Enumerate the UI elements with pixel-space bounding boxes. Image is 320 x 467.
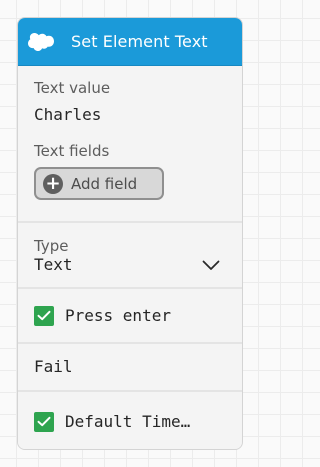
press-enter-label: Press enter <box>65 305 171 325</box>
type-select[interactable]: Text <box>34 255 242 275</box>
text-section: Text value Charles Text fields + Add fie… <box>18 66 242 223</box>
set-element-text-node[interactable]: Set Element Text Text value Charles Text… <box>17 17 243 450</box>
text-fields-label: Text fields <box>34 142 110 160</box>
text-value-label: Text value <box>34 79 111 97</box>
text-value[interactable]: Charles <box>34 105 242 125</box>
plus-circle-icon: + <box>43 173 63 194</box>
checkmark-icon <box>37 310 51 321</box>
fail-label: Fail <box>34 357 73 376</box>
node-title: Set Element Text <box>71 32 208 51</box>
fail-section[interactable]: Fail <box>18 344 242 392</box>
chevron-down-icon <box>202 256 220 275</box>
default-timeout-section: Default Time… <box>18 392 242 449</box>
checkmark-icon <box>37 416 51 427</box>
type-selected-value: Text <box>34 255 73 274</box>
add-field-button[interactable]: + Add field <box>34 167 164 200</box>
default-timeout-label: Default Time… <box>65 411 191 431</box>
node-header[interactable]: Set Element Text <box>18 18 242 66</box>
default-timeout-checkbox[interactable] <box>34 411 54 432</box>
salesforce-cloud-icon <box>28 31 54 53</box>
press-enter-section: Press enter <box>18 289 242 344</box>
add-field-label: Add field <box>71 174 138 193</box>
type-section: Type Text <box>18 223 242 289</box>
press-enter-checkbox[interactable] <box>34 305 54 326</box>
type-label: Type <box>34 237 69 255</box>
